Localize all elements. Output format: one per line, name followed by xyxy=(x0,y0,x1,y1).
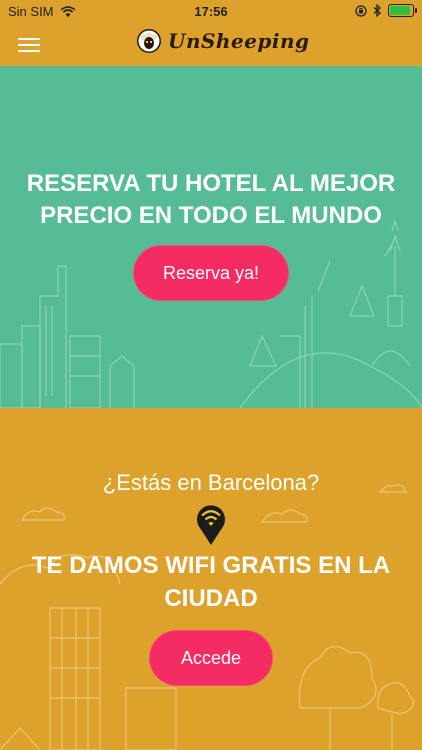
bluetooth-icon xyxy=(373,4,381,17)
reserve-now-button[interactable]: Reserva ya! xyxy=(133,245,289,301)
location-question: ¿Estás en Barcelona? xyxy=(102,470,320,495)
city-skyline-illustration xyxy=(0,218,422,408)
hotel-booking-banner: RESERVA TU HOTEL AL MEJOR PRECIO EN TODO… xyxy=(0,66,422,408)
sheep-logo-icon xyxy=(137,29,161,53)
hamburger-icon[interactable] xyxy=(18,34,40,52)
battery-icon xyxy=(388,4,417,17)
orientation-lock-icon xyxy=(355,4,367,17)
free-wifi-section: ¿Estás en Barcelona? TE DAMOS WIFI GRATI… xyxy=(0,408,422,750)
top-nav-bar: UnSheeping xyxy=(0,22,422,66)
wifi-title: TE DAMOS WIFI GRATIS EN LA CIUDAD xyxy=(31,552,391,612)
status-bar: Sin SIM 17:56 xyxy=(0,0,422,22)
brand: UnSheeping xyxy=(136,28,310,54)
access-button[interactable]: Accede xyxy=(149,630,273,686)
hero-title: RESERVA TU HOTEL AL MEJOR PRECIO EN TODO… xyxy=(26,170,396,229)
status-right xyxy=(355,4,417,17)
brand-name: UnSheeping xyxy=(168,29,310,53)
wifi-pin-icon xyxy=(197,505,225,545)
